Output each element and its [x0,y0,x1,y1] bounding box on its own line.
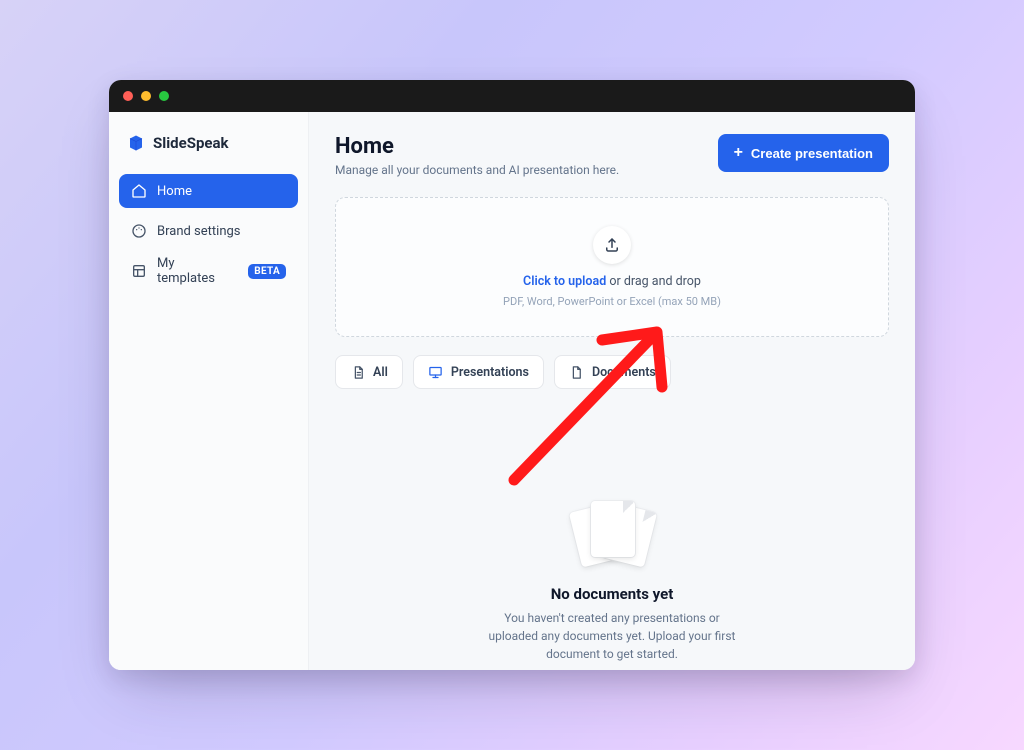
filter-tabs: All Presentations Documents [335,355,889,389]
tab-all[interactable]: All [335,355,403,389]
create-presentation-button[interactable]: + Create presentation [718,134,889,172]
empty-state: No documents yet You haven't created any… [335,389,889,670]
upload-hint: PDF, Word, PowerPoint or Excel (max 50 M… [503,295,721,308]
page-heading-block: Home Manage all your documents and AI pr… [335,134,619,177]
upload-text: Click to upload or drag and drop [523,274,701,289]
brand-name: SlideSpeak [153,134,229,152]
document-icon [350,364,366,380]
empty-state-body: You haven't created any presentations or… [482,609,742,663]
upload-cta: Click to upload [523,274,606,289]
app-body: SlideSpeak Home Brand settings [109,112,915,670]
traffic-light-zoom-icon[interactable] [159,91,169,101]
tab-label: Presentations [451,365,529,380]
upload-icon [593,226,631,264]
traffic-light-close-icon[interactable] [123,91,133,101]
presentation-icon [428,364,444,380]
tab-presentations[interactable]: Presentations [413,355,544,389]
sidebar-item-home[interactable]: Home [119,174,298,208]
beta-badge: BETA [248,264,286,279]
brand-logo-icon [127,134,145,152]
tab-label: Documents [592,365,656,380]
page-title: Home [335,134,619,159]
sidebar-item-brand-settings[interactable]: Brand settings [119,214,298,248]
page-header: Home Manage all your documents and AI pr… [335,134,889,177]
home-icon [131,183,147,199]
palette-icon [131,223,147,239]
sidebar: SlideSpeak Home Brand settings [109,112,309,670]
empty-state-title: No documents yet [551,585,674,603]
empty-illustration-icon [569,499,655,567]
document-icon [569,364,585,380]
create-presentation-label: Create presentation [751,146,873,161]
titlebar [109,80,915,112]
tab-label: All [373,365,388,380]
traffic-light-minimize-icon[interactable] [141,91,151,101]
upload-rest: or drag and drop [606,274,701,289]
templates-icon [131,263,147,279]
tab-documents[interactable]: Documents [554,355,671,389]
plus-icon: + [734,145,743,161]
brand[interactable]: SlideSpeak [119,130,298,170]
sidebar-item-label: My templates [157,256,228,286]
app-window: SlideSpeak Home Brand settings [109,80,915,670]
sidebar-item-label: Brand settings [157,224,241,239]
sidebar-item-my-templates[interactable]: My templates BETA [119,254,298,288]
sidebar-item-label: Home [157,184,192,199]
sidebar-nav: Home Brand settings My templates BETA [119,174,298,288]
page-subtitle: Manage all your documents and AI present… [335,163,619,177]
upload-dropzone[interactable]: Click to upload or drag and drop PDF, Wo… [335,197,889,337]
main-content: Home Manage all your documents and AI pr… [309,112,915,670]
